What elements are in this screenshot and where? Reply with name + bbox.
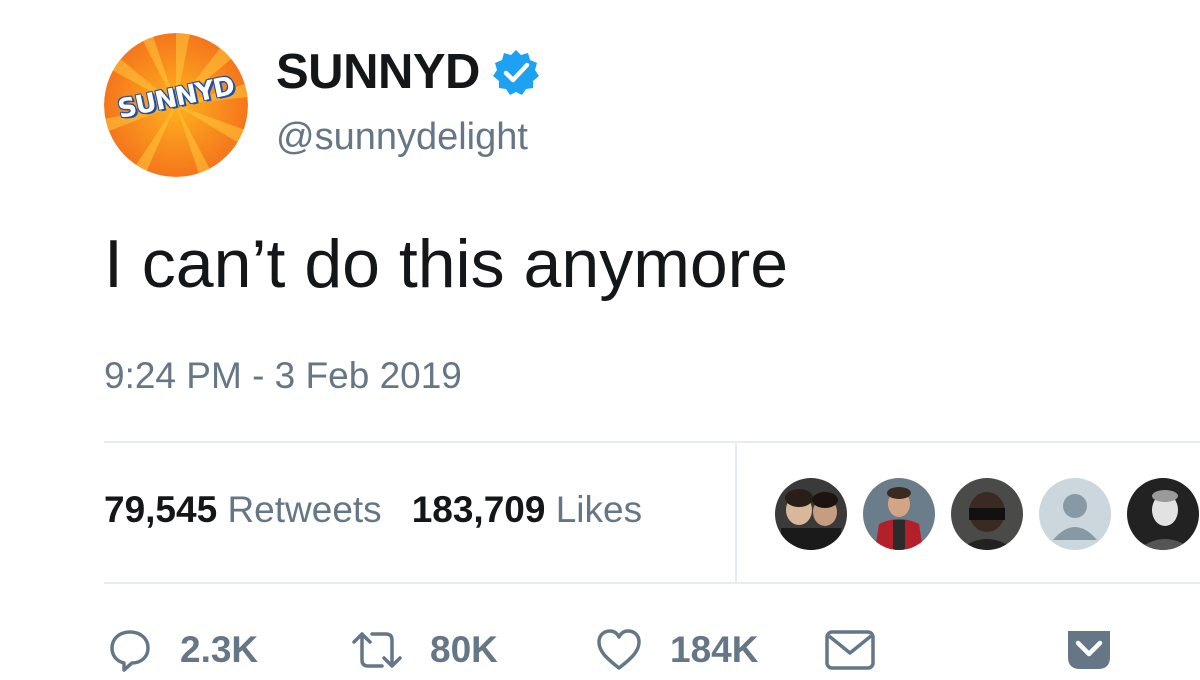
tweet-timestamp[interactable]: 9:24 PM - 3 Feb 2019 [104, 352, 462, 400]
user-handle[interactable]: @sunnydelight [276, 114, 528, 160]
tweet-card: SUNNYD SUNNYD @sunnydelight I can’t do t… [0, 0, 1200, 675]
retweet-icon [352, 632, 402, 668]
retweets-stat[interactable]: 79,545 Retweets [104, 489, 382, 530]
liker-avatar-default[interactable] [1039, 478, 1111, 550]
retweet-button[interactable]: 80K [352, 620, 498, 680]
display-name-text: SUNNYD [276, 45, 480, 99]
reply-count: 2.3K [180, 629, 259, 670]
tweet-actions: 2.3K 80K 184K [0, 620, 1200, 680]
caret-down-icon [1068, 631, 1110, 669]
display-name[interactable]: SUNNYD [276, 42, 540, 102]
like-count: 184K [670, 629, 759, 670]
direct-message-button[interactable] [824, 620, 876, 680]
liker-avatar-1[interactable] [775, 478, 847, 550]
liker-avatar-5[interactable] [1127, 478, 1199, 550]
divider-vertical [735, 443, 737, 582]
verified-badge-icon [492, 50, 539, 95]
tweet-text: I can’t do this anymore [104, 226, 789, 302]
retweet-count: 80K [430, 629, 498, 670]
likes-stat[interactable]: 183,709 Likes [412, 489, 642, 530]
profile-avatar[interactable]: SUNNYD [104, 33, 248, 177]
liker-avatar-2[interactable] [863, 478, 935, 550]
direct-message-icon [825, 630, 875, 670]
tweet-stats: 79,545 Retweets 183,709 Likes [104, 486, 642, 534]
more-options-button[interactable] [1064, 620, 1114, 680]
divider-bottom [104, 582, 1200, 584]
retweets-count: 79,545 [104, 489, 218, 530]
likes-label: Likes [555, 489, 643, 530]
reply-button[interactable]: 2.3K [108, 620, 258, 680]
likes-count: 183,709 [411, 489, 546, 530]
liker-avatar-3[interactable] [951, 478, 1023, 550]
retweets-label: Retweets [227, 489, 382, 530]
divider-top [104, 441, 1200, 443]
like-button[interactable]: 184K [596, 620, 758, 680]
reply-icon [110, 630, 150, 672]
like-icon [597, 629, 641, 670]
